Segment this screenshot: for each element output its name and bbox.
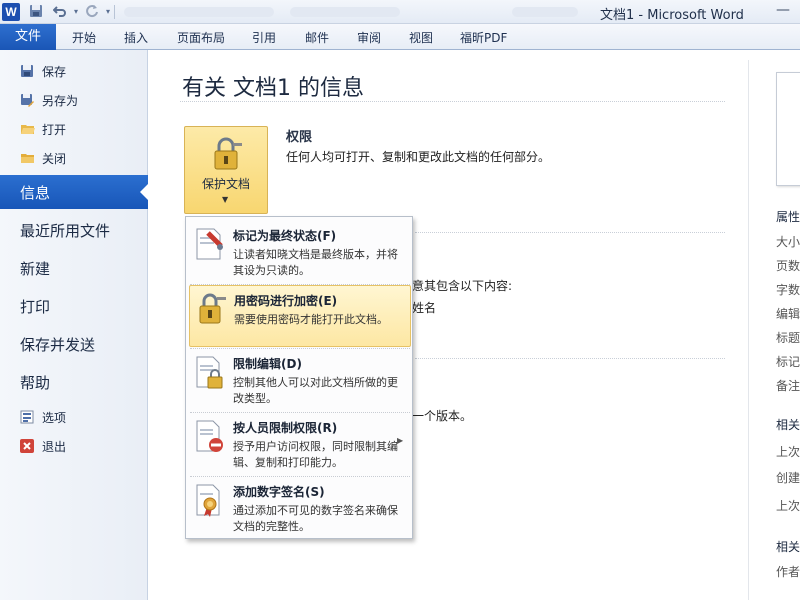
faded-title-area	[512, 7, 578, 17]
nav-options-label: 选项	[42, 411, 67, 425]
protect-document-menu: 标记为最终状态(F) 让读者知晓文档是最终版本，并将其设为只读的。 用密码进行加…	[185, 216, 413, 539]
digital-signature-icon	[196, 484, 220, 517]
restrict-editing-icon	[196, 356, 223, 389]
tab-page-layout[interactable]: 页面布局	[177, 29, 225, 46]
options-icon	[20, 410, 36, 424]
tab-references[interactable]: 引用	[252, 29, 276, 46]
menu-item-description: 通过添加不可见的数字签名来确保文档的完整性。	[233, 504, 398, 533]
save-icon	[20, 64, 36, 78]
open-folder-icon	[20, 122, 36, 136]
nav-save-as[interactable]: 另存为	[20, 91, 78, 111]
protect-lock-icon	[214, 137, 242, 170]
menu-item-encrypt-with-password[interactable]: 用密码进行加密(E) 需要使用密码才能打开此文档。	[189, 285, 411, 347]
property-label: 标记	[776, 355, 800, 369]
permissions-heading: 权限	[286, 130, 313, 145]
related-dates-heading: 相关	[776, 418, 800, 432]
undo-dropdown-icon[interactable]: ▾	[68, 4, 84, 20]
document-thumbnail[interactable]	[776, 72, 800, 186]
nav-close-label: 关闭	[42, 152, 67, 166]
property-label: 标题	[776, 331, 800, 345]
tab-insert[interactable]: 插入	[124, 29, 148, 46]
nav-help[interactable]: 帮助	[20, 370, 50, 396]
mark-final-icon	[196, 228, 223, 260]
nav-save-send[interactable]: 保存并发送	[20, 332, 95, 358]
nav-exit[interactable]: 退出	[20, 437, 66, 457]
property-label: 编辑	[776, 307, 800, 321]
dropdown-arrow-icon: ▼	[222, 195, 229, 204]
property-label: 字数	[776, 283, 800, 297]
nav-save-label: 保存	[42, 65, 67, 79]
divider	[415, 232, 725, 233]
menu-item-description: 控制其他人可以对此文档所做的更改类型。	[233, 376, 398, 405]
submenu-arrow-icon: ▶	[397, 436, 404, 445]
nav-save[interactable]: 保存	[20, 62, 66, 82]
nav-new[interactable]: 新建	[20, 256, 50, 282]
exit-icon	[20, 439, 36, 453]
divider	[180, 101, 725, 102]
menu-item-description: 需要使用密码才能打开此文档。	[234, 313, 388, 326]
nav-open[interactable]: 打开	[20, 120, 66, 140]
nav-exit-label: 退出	[42, 440, 67, 454]
right-panel-divider	[748, 60, 749, 600]
menu-item-title: 用密码进行加密(E)	[234, 294, 338, 308]
date-label: 创建	[776, 471, 800, 485]
property-label: 备注	[776, 379, 800, 393]
date-label: 上次	[776, 499, 800, 513]
close-folder-icon	[20, 151, 36, 165]
related-people-heading: 相关	[776, 540, 800, 554]
versions-text-fragment: 一个版本。	[412, 409, 473, 423]
menu-item-title: 标记为最终状态(F)	[233, 229, 337, 243]
nav-recent[interactable]: 最近所用文件	[20, 218, 110, 244]
menu-item-description: 授予用户访问权限，同时限制其编辑、复制和打印能力。	[233, 440, 398, 469]
tab-mailings[interactable]: 邮件	[305, 29, 329, 46]
date-label: 上次	[776, 445, 800, 459]
password-lock-icon	[199, 293, 226, 324]
permissions-description: 任何人均可打开、复制和更改此文档的任何部分。	[286, 150, 551, 164]
protect-document-label: 保护文档	[201, 177, 250, 191]
tab-view[interactable]: 视图	[409, 29, 433, 46]
qat-separator	[114, 5, 115, 19]
menu-item-mark-final[interactable]: 标记为最终状态(F) 让读者知晓文档是最终版本，并将其设为只读的。	[189, 221, 411, 283]
menu-item-restrict-permission[interactable]: 按人员限制权限(R) 授予用户访问权限，同时限制其编辑、复制和打印能力。	[189, 413, 411, 475]
minimize-button[interactable]: —	[772, 3, 794, 19]
nav-print[interactable]: 打印	[20, 294, 50, 320]
save-as-icon	[20, 93, 36, 107]
nav-info[interactable]: 信息	[20, 180, 50, 206]
title-bar: W ▾ ▾ 文档1 - Microsoft Word —	[0, 0, 800, 24]
restrict-permission-icon	[196, 420, 223, 452]
tab-review[interactable]: 审阅	[357, 29, 381, 46]
nav-options[interactable]: 选项	[20, 408, 66, 428]
save-icon[interactable]	[28, 4, 44, 20]
tab-foxit-pdf[interactable]: 福昕PDF	[460, 29, 507, 46]
menu-item-title: 限制编辑(D)	[233, 357, 302, 371]
window-title: 文档1 - Microsoft Word	[600, 8, 744, 23]
divider	[415, 358, 725, 359]
menu-item-title: 按人员限制权限(R)	[233, 421, 338, 435]
menu-item-title: 添加数字签名(S)	[233, 485, 325, 499]
protect-document-button[interactable]: 保护文档 ▼	[184, 126, 268, 214]
menu-item-add-digital-signature[interactable]: 添加数字签名(S) 通过添加不可见的数字签名来确保文档的完整性。	[189, 477, 411, 539]
nav-save-as-label: 另存为	[42, 94, 79, 108]
menu-item-description: 让读者知晓文档是最终版本，并将其设为只读的。	[233, 248, 398, 277]
inspect-text-fragment: 意其包含以下内容:	[412, 279, 513, 293]
page-title: 有关 文档1 的信息	[182, 76, 364, 101]
faded-title-area	[124, 7, 274, 17]
word-logo-icon[interactable]: W	[2, 3, 20, 21]
ribbon-tab-bar: 文件 开始 插入 页面布局 引用 邮件 审阅 视图 福昕PDF	[0, 24, 800, 50]
property-label: 大小	[776, 235, 800, 249]
nav-open-label: 打开	[42, 123, 67, 137]
undo-icon[interactable]	[52, 4, 68, 20]
tab-file[interactable]: 文件	[0, 24, 56, 50]
faded-title-area	[290, 7, 400, 17]
tab-home[interactable]: 开始	[72, 29, 96, 46]
property-label: 页数	[776, 259, 800, 273]
nav-close[interactable]: 关闭	[20, 149, 66, 169]
nav-info-pointer	[140, 184, 148, 200]
inspect-text-fragment: 姓名	[412, 301, 437, 315]
people-label: 作者	[776, 565, 800, 579]
properties-heading[interactable]: 属性	[776, 208, 800, 225]
redo-icon[interactable]	[84, 4, 100, 20]
menu-item-restrict-editing[interactable]: 限制编辑(D) 控制其他人可以对此文档所做的更改类型。	[189, 349, 411, 411]
